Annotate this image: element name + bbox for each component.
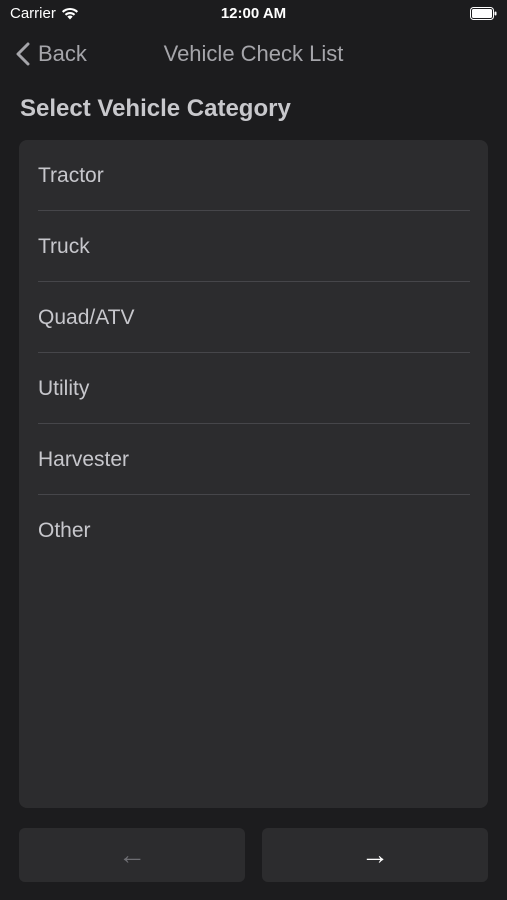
category-item-other[interactable]: Other xyxy=(19,495,488,566)
category-item-tractor[interactable]: Tractor xyxy=(19,140,488,211)
category-item-harvester[interactable]: Harvester xyxy=(19,424,488,495)
section-title: Select Vehicle Category xyxy=(20,95,291,122)
arrow-right-icon: → xyxy=(361,839,389,870)
category-item-truck[interactable]: Truck xyxy=(19,211,488,282)
previous-button[interactable]: ← xyxy=(19,828,245,882)
clock: 12:00 AM xyxy=(220,5,287,22)
arrow-left-icon: ← xyxy=(118,839,146,870)
page-title: Vehicle Check List xyxy=(163,41,344,66)
battery-icon xyxy=(470,7,497,20)
next-button[interactable]: → xyxy=(262,828,488,882)
category-list: Tractor Truck Quad/ATV Utility Harvester… xyxy=(19,140,488,808)
status-bar: Carrier 12:00 AM xyxy=(0,0,507,28)
category-item-quad-atv[interactable]: Quad/ATV xyxy=(19,282,488,353)
navigation-bar: Back Vehicle Check List xyxy=(0,32,507,76)
category-item-utility[interactable]: Utility xyxy=(19,353,488,424)
